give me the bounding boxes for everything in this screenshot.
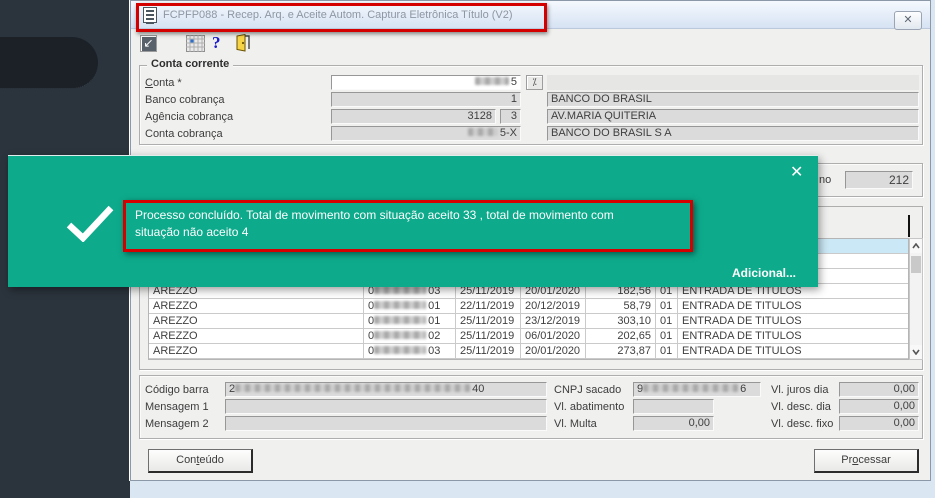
- codigo-barra-field: 2 40: [225, 382, 547, 397]
- adicional-link[interactable]: Adicional...: [732, 266, 796, 280]
- toast-message-line2: situação não aceito 4: [135, 225, 249, 239]
- scroll-down-icon[interactable]: [910, 345, 922, 359]
- banco-cobranca-desc: BANCO DO BRASIL: [547, 92, 919, 107]
- vl-desc-dia-field: 0,00: [839, 399, 919, 414]
- table-vertical-scrollbar[interactable]: [909, 238, 923, 360]
- codigo-barra-label: Código barra: [145, 384, 209, 396]
- toolbar: ↙ ?: [131, 30, 930, 60]
- banco-cobranca-field: 1: [331, 92, 521, 107]
- toast-close-icon[interactable]: ✕: [790, 162, 803, 182]
- vl-desc-fixo-label: Vl. desc. fixo: [771, 418, 834, 430]
- desktop-strip: [130, 481, 935, 498]
- toast-message-line1: Processo concluído. Total de movimento c…: [135, 208, 614, 222]
- vl-juros-dia-label: Vl. juros dia: [771, 384, 829, 396]
- redacted-value: [467, 128, 498, 137]
- calendar-icon[interactable]: [186, 35, 205, 55]
- table-row[interactable]: AREZZO 0 01 25/11/2019 23/12/2019 303,10 …: [149, 314, 908, 329]
- vl-juros-dia-field: 0,00: [839, 382, 919, 397]
- conta-corrente-legend: Conta corrente: [147, 58, 234, 70]
- agencia-cobranca-field: 3128: [331, 109, 496, 124]
- agencia-digito-field: 3: [500, 109, 521, 124]
- scroll-up-icon[interactable]: [910, 239, 922, 253]
- vl-desc-dia-label: Vl. desc. dia: [771, 401, 831, 413]
- conta-cobranca-field: 5-X: [331, 126, 521, 141]
- agencia-cobranca-desc: AV.MARIA QUITERIA: [547, 109, 919, 124]
- conta-desc-area: [547, 75, 919, 90]
- conta-cobranca-desc: BANCO DO BRASIL S A: [547, 126, 919, 141]
- table-row[interactable]: AREZZO 0 03 25/11/2019 20/01/2020 273,87 …: [149, 344, 908, 359]
- background-app-button: [0, 37, 98, 89]
- success-check-icon: [65, 204, 115, 245]
- mensagem1-label: Mensagem 1: [145, 401, 209, 413]
- exit-door-icon[interactable]: [234, 33, 251, 55]
- conteudo-button[interactable]: Conteúdo: [148, 449, 253, 473]
- table-row[interactable]: AREZZO 0 02 25/11/2019 06/01/2020 202,65 …: [149, 329, 908, 344]
- vl-abatimento-label: Vl. abatimento: [554, 401, 625, 413]
- mensagem2-label: Mensagem 2: [145, 418, 209, 430]
- vl-abatimento-field: [633, 399, 714, 414]
- cnpj-sacado-label: CNPJ sacado: [554, 384, 622, 396]
- success-toast: ✕ Processo concluído. Total de movimento…: [8, 155, 818, 287]
- table-row[interactable]: AREZZO 0 01 22/11/2019 20/12/2019 58,79 0…: [149, 299, 908, 314]
- title-annotation-box: [136, 3, 547, 32]
- mensagem1-field: [225, 399, 547, 414]
- run-icon[interactable]: ↙: [140, 35, 157, 52]
- cnpj-sacado-field: 96: [633, 382, 761, 397]
- agencia-cobranca-label: Agência cobrança: [145, 111, 234, 123]
- banco-cobranca-label: Banco cobrança: [145, 94, 225, 106]
- retorno-count-field: 212: [845, 171, 913, 189]
- vl-multa-label: Vl. Multa: [554, 418, 597, 430]
- header-cursor-line: [908, 215, 910, 237]
- conta-cobranca-label: Conta cobrança: [145, 128, 223, 140]
- vl-desc-fixo-field: 0,00: [839, 416, 919, 431]
- window-close-button[interactable]: ✕: [894, 11, 922, 30]
- scrollbar-thumb[interactable]: [911, 256, 921, 273]
- conta-field[interactable]: 5: [331, 75, 521, 90]
- help-icon[interactable]: ?: [212, 33, 221, 53]
- conta-lookup-button[interactable]: ⁒: [526, 75, 543, 90]
- conta-label: Conta *: [145, 77, 182, 89]
- processar-button[interactable]: Processar: [814, 449, 919, 473]
- retorno-label-fragment: no: [819, 174, 832, 186]
- redacted-value: [474, 77, 509, 86]
- message-annotation-box: Processo concluído. Total de movimento c…: [123, 200, 693, 252]
- mensagem2-field: [225, 416, 547, 431]
- screen: FCPFP088 - Recep. Arq. e Aceite Autom. C…: [0, 0, 935, 498]
- vl-multa-field: 0,00: [633, 416, 714, 431]
